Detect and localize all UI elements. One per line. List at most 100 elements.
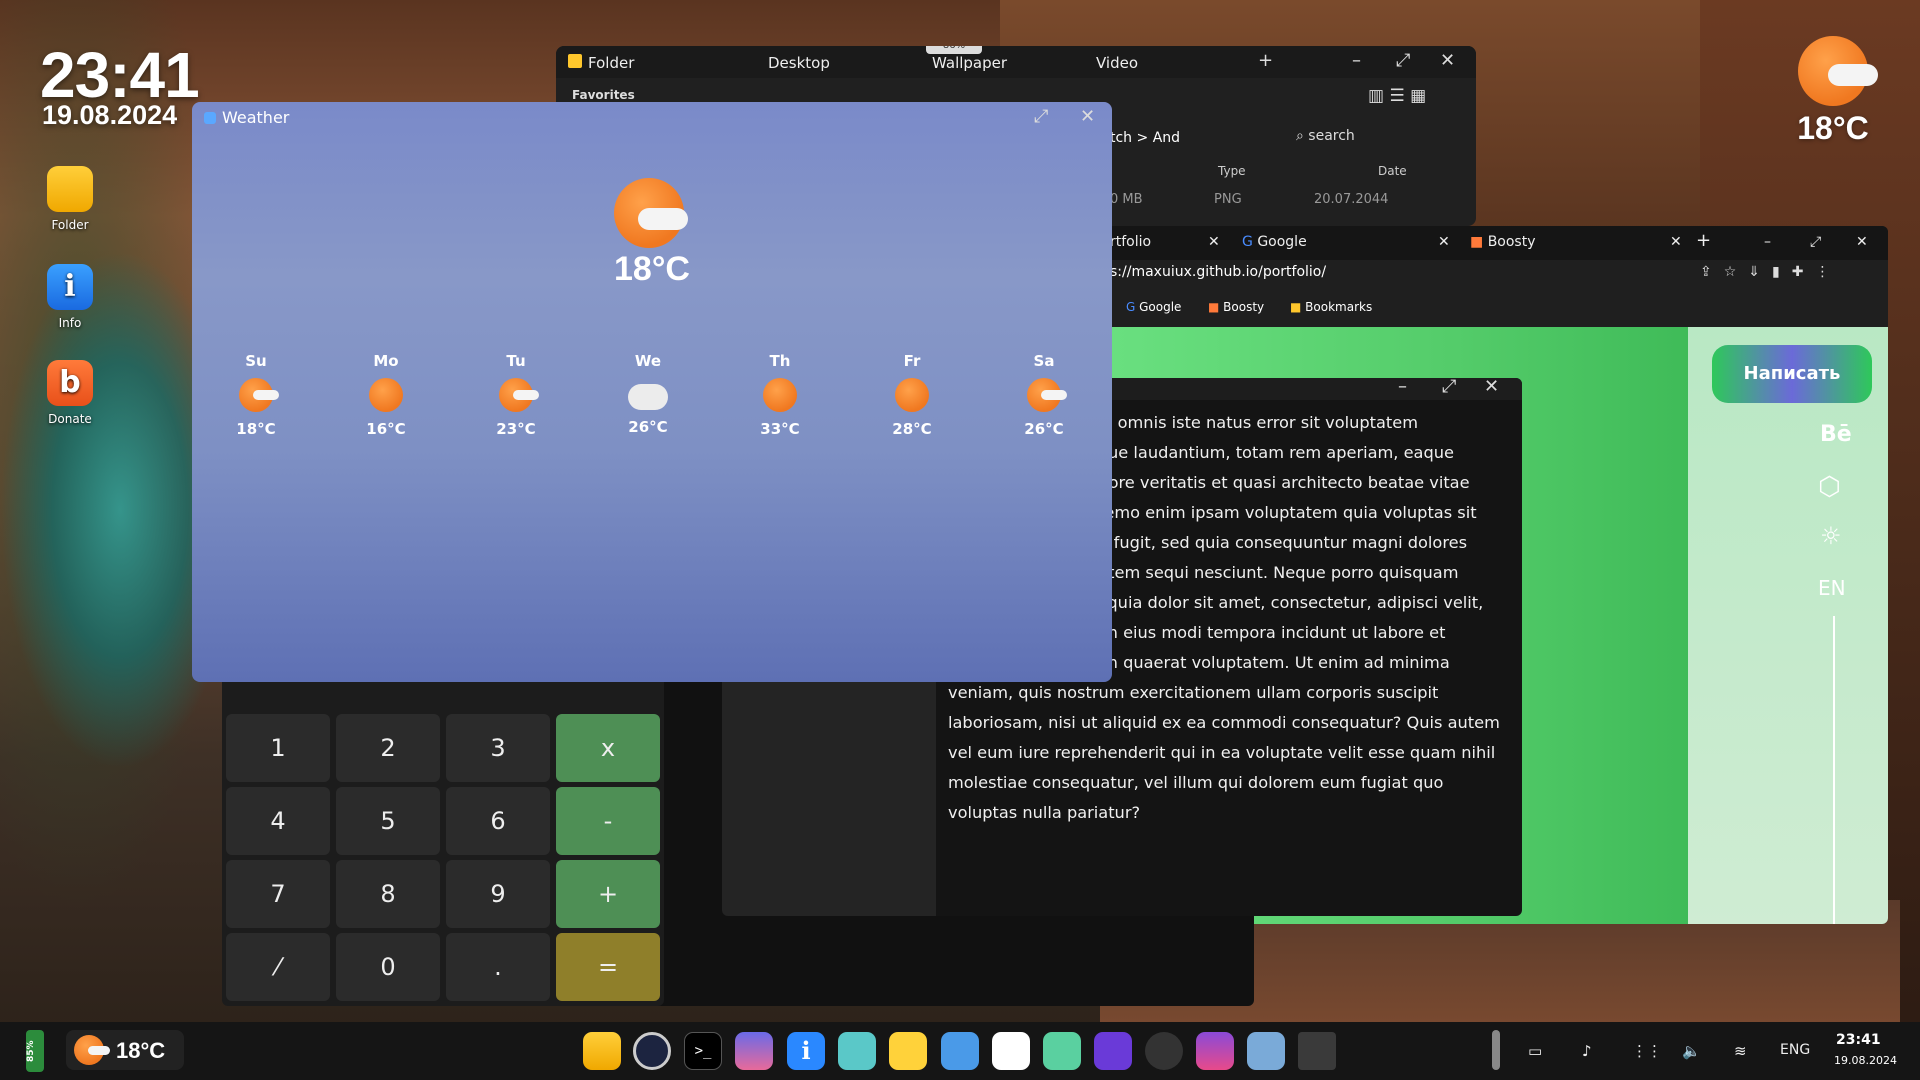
new-tab-button[interactable]: + bbox=[1696, 228, 1711, 258]
desktop-icon-label: Info bbox=[58, 316, 82, 330]
day-name: Tu bbox=[506, 352, 526, 370]
theme-toggle-icon[interactable]: ☼ bbox=[1820, 522, 1842, 550]
trash-icon[interactable] bbox=[1298, 1032, 1336, 1070]
calculator-app-icon[interactable] bbox=[735, 1032, 773, 1070]
bookmark-boosty[interactable]: ■ Boosty bbox=[1208, 300, 1264, 314]
calc-key-0[interactable]: 0 bbox=[336, 933, 440, 1001]
music-icon[interactable]: ♪ bbox=[1582, 1042, 1592, 1060]
close-button[interactable]: ✕ bbox=[1440, 50, 1455, 71]
calc-key-8[interactable]: 8 bbox=[336, 860, 440, 928]
minimize-button[interactable]: – bbox=[1764, 228, 1771, 258]
day-temp: 26°C bbox=[628, 418, 668, 436]
close-button[interactable]: ✕ bbox=[1484, 378, 1499, 397]
maximize-button[interactable]: ⤢ bbox=[1034, 106, 1048, 127]
maximize-button[interactable]: ⤢ bbox=[1396, 50, 1410, 71]
weather-app-icon[interactable] bbox=[941, 1032, 979, 1070]
desktop-icon-donate[interactable]: b Donate bbox=[40, 360, 100, 426]
column-date[interactable]: Date bbox=[1378, 164, 1407, 178]
bookmark-google[interactable]: G Google bbox=[1126, 300, 1181, 314]
calc-key-sign[interactable]: ⁄ bbox=[226, 933, 330, 1001]
view-icons[interactable]: ▥ ☰ ▦ bbox=[1368, 86, 1426, 106]
calc-key-1[interactable]: 1 bbox=[226, 714, 330, 782]
language-indicator[interactable]: ENG bbox=[1780, 1042, 1810, 1058]
calc-key-7[interactable]: 7 bbox=[226, 860, 330, 928]
apps-grid-icon[interactable]: ⋮⋮ bbox=[1632, 1042, 1662, 1060]
taskbar-time[interactable]: 23:41 bbox=[1836, 1032, 1881, 1048]
text-line: entore veritatis et quasi architecto bea… bbox=[1082, 473, 1470, 492]
address-bar[interactable]: s://maxuiux.github.io/portfolio/ bbox=[1110, 264, 1326, 280]
browser-app-icon[interactable] bbox=[633, 1032, 671, 1070]
taskbar-date[interactable]: 19.08.2024 bbox=[1834, 1054, 1897, 1067]
window-switcher-icon[interactable]: ▭ bbox=[1528, 1042, 1542, 1060]
taskbar-weather[interactable]: 18°C bbox=[66, 1030, 184, 1070]
tab-wallpaper[interactable]: Wallpaper bbox=[932, 54, 1007, 72]
notes-app-icon[interactable] bbox=[889, 1032, 927, 1070]
photos-app-icon[interactable] bbox=[1043, 1032, 1081, 1070]
maximize-button[interactable]: ⤢ bbox=[1810, 228, 1821, 258]
calc-key-3[interactable]: 3 bbox=[446, 714, 550, 782]
search-field[interactable]: ⌕ search bbox=[1296, 128, 1355, 144]
tab-folder[interactable]: Folder bbox=[588, 54, 634, 72]
calc-key-6[interactable]: 6 bbox=[446, 787, 550, 855]
close-button[interactable]: ✕ bbox=[1856, 228, 1868, 258]
maximize-button[interactable]: ⤢ bbox=[1442, 378, 1456, 397]
text-line: uam quaerat voluptatem. Ut enim ad minim… bbox=[1082, 653, 1450, 672]
calc-key-multiply[interactable]: x bbox=[556, 714, 660, 782]
forecast-day: Sa 26°C bbox=[1004, 352, 1084, 438]
camera-app-icon[interactable] bbox=[1145, 1032, 1183, 1070]
weather-window: Weather ⤢ ✕ 18°C Su 18°C Mo 16°C Tu 23°C… bbox=[192, 102, 1112, 682]
desktop-icon-info[interactable]: i Info bbox=[40, 264, 100, 330]
current-temperature: 18°C bbox=[614, 250, 690, 288]
tab-desktop[interactable]: Desktop bbox=[768, 54, 830, 72]
new-tab-button[interactable]: + bbox=[1258, 50, 1273, 71]
wifi-icon[interactable]: ≋ bbox=[1734, 1042, 1747, 1060]
breadcrumb[interactable]: tch > And bbox=[1110, 130, 1180, 146]
calc-key-minus[interactable]: - bbox=[556, 787, 660, 855]
behance-icon[interactable]: Bē bbox=[1820, 422, 1852, 447]
calc-key-4[interactable]: 4 bbox=[226, 787, 330, 855]
tab-boosty[interactable]: ■ Boosty bbox=[1470, 228, 1536, 258]
close-tab-icon[interactable]: ✕ bbox=[1208, 228, 1220, 258]
tab-google[interactable]: G Google bbox=[1242, 228, 1307, 258]
page-sidebar bbox=[1688, 327, 1888, 924]
paint-app-icon[interactable] bbox=[1196, 1032, 1234, 1070]
toolbar-icons[interactable]: ⇪☆⇓▮✚⋮ bbox=[1700, 264, 1841, 280]
tab-portfolio[interactable]: rtfolio bbox=[1110, 228, 1151, 258]
calendar-app-icon[interactable] bbox=[992, 1032, 1030, 1070]
text-line: uam eius modi tempora incidunt ut labore… bbox=[1082, 623, 1446, 642]
desktop-icon-label: Folder bbox=[51, 218, 89, 232]
minimize-button[interactable]: – bbox=[1398, 378, 1407, 397]
calc-key-dot[interactable]: . bbox=[446, 933, 550, 1001]
language-toggle[interactable]: EN bbox=[1818, 576, 1846, 600]
text-line: . Nemo enim ipsam voluptatem quia volupt… bbox=[1082, 503, 1477, 522]
info-app-icon[interactable]: i bbox=[787, 1032, 825, 1070]
tab-video[interactable]: Video bbox=[1096, 54, 1138, 72]
close-button[interactable]: ✕ bbox=[1080, 106, 1095, 127]
puzzle-app-icon[interactable] bbox=[838, 1032, 876, 1070]
calc-key-5[interactable]: 5 bbox=[336, 787, 440, 855]
write-button[interactable]: Написать bbox=[1712, 345, 1872, 403]
sun-cloud-icon bbox=[614, 178, 688, 248]
sun-cloud-icon bbox=[499, 378, 539, 412]
weather-desktop-widget[interactable]: 18°C bbox=[1792, 36, 1878, 147]
terminal-app-icon[interactable]: >_ bbox=[684, 1032, 722, 1070]
calc-key-equals[interactable]: = bbox=[556, 933, 660, 1001]
battery-indicator[interactable]: 85% bbox=[26, 1030, 44, 1072]
sun-cloud-icon bbox=[1798, 36, 1878, 106]
volume-icon[interactable]: 🔈 bbox=[1682, 1042, 1701, 1060]
close-tab-icon[interactable]: ✕ bbox=[1670, 228, 1682, 258]
bookmark-folder[interactable]: ■ Bookmarks bbox=[1290, 300, 1372, 314]
video-app-icon[interactable] bbox=[1094, 1032, 1132, 1070]
settings-app-icon[interactable] bbox=[1247, 1032, 1285, 1070]
codepen-icon[interactable]: ⬡ bbox=[1818, 472, 1841, 502]
calc-key-2[interactable]: 2 bbox=[336, 714, 440, 782]
calc-key-plus[interactable]: + bbox=[556, 860, 660, 928]
text-line: im quia dolor sit amet, consectetur, adi… bbox=[1082, 593, 1484, 612]
column-type[interactable]: Type bbox=[1218, 164, 1246, 178]
calc-key-9[interactable]: 9 bbox=[446, 860, 550, 928]
minimize-button[interactable]: – bbox=[1352, 50, 1361, 71]
weather-app-icon bbox=[204, 112, 216, 124]
folder-app-icon[interactable] bbox=[583, 1032, 621, 1070]
close-tab-icon[interactable]: ✕ bbox=[1438, 228, 1450, 258]
desktop-icon-folder[interactable]: Folder bbox=[40, 166, 100, 232]
